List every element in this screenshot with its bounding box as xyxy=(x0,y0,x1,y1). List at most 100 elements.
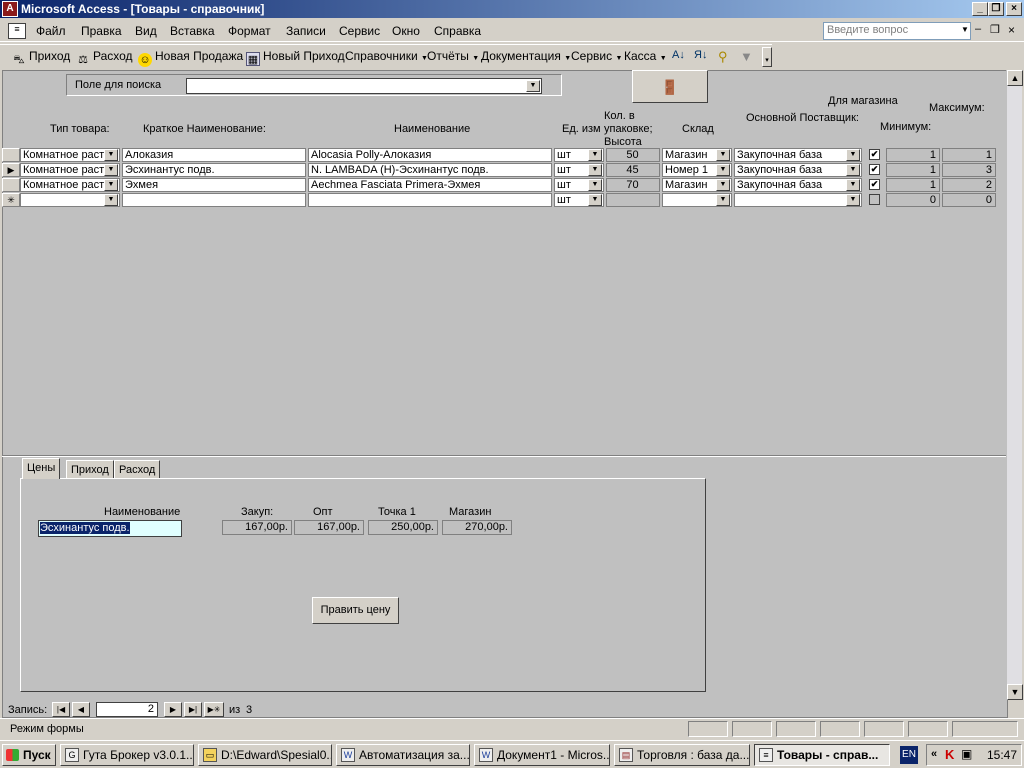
antivirus-icon[interactable]: K xyxy=(945,747,954,762)
task-guta[interactable]: G Гута Брокер v3.0.1... xyxy=(60,744,194,766)
start-button[interactable]: Пуск xyxy=(2,744,56,766)
menu-file[interactable]: Файл xyxy=(36,24,66,38)
supplier-dropdown-icon[interactable]: ▼ xyxy=(846,194,860,206)
min-field[interactable]: 1 xyxy=(886,178,940,192)
type-dropdown-icon[interactable]: ▼ xyxy=(104,194,118,206)
filter-icon[interactable]: ▼ xyxy=(740,49,753,64)
qty-field[interactable] xyxy=(606,193,660,207)
supplier-combobox[interactable]: Закупочная база xyxy=(734,148,862,162)
unit-dropdown-icon[interactable]: ▼ xyxy=(588,164,602,176)
short-name-field[interactable]: Эсхинантус подв. xyxy=(122,163,306,177)
short-name-field[interactable]: Эхмея xyxy=(122,178,306,192)
qty-field[interactable]: 50 xyxy=(606,148,660,162)
record-selector[interactable]: ✳ xyxy=(2,193,20,207)
for-store-checkbox[interactable]: ✔ xyxy=(869,164,880,175)
new-prihod-button[interactable]: ▦ Новый Приход xyxy=(246,49,345,66)
name-field[interactable]: Aechmea Fasciata Primera-Эхмея xyxy=(308,178,552,192)
form-icon[interactable]: ≡ xyxy=(8,23,26,39)
ask-question-input[interactable]: Введите вопрос xyxy=(823,22,971,40)
max-field[interactable]: 1 xyxy=(942,148,996,162)
unit-dropdown-icon[interactable]: ▼ xyxy=(588,194,602,206)
max-field[interactable]: 3 xyxy=(942,163,996,177)
edit-price-button[interactable]: Править цену xyxy=(312,597,399,624)
next-record-icon[interactable]: ▶ xyxy=(164,702,182,717)
menu-window[interactable]: Окно xyxy=(392,24,420,38)
warehouse-dropdown-icon[interactable]: ▼ xyxy=(716,164,730,176)
menu-edit[interactable]: Правка xyxy=(81,24,122,38)
type-dropdown-icon[interactable]: ▼ xyxy=(104,164,118,176)
supplier-dropdown-icon[interactable]: ▼ xyxy=(846,164,860,176)
menu-help[interactable]: Справка xyxy=(434,24,481,38)
mdi-restore-icon[interactable]: ❐ xyxy=(990,23,1000,36)
first-record-icon[interactable]: |◀ xyxy=(52,702,70,717)
for-store-checkbox[interactable]: ✔ xyxy=(869,149,880,160)
task-word-doc1[interactable]: W Документ1 - Micros... xyxy=(474,744,610,766)
restore-icon[interactable]: ❐ xyxy=(988,2,1004,16)
menu-format[interactable]: Формат xyxy=(228,24,271,38)
tray-expand-icon[interactable]: « xyxy=(931,748,937,760)
max-field[interactable]: 0 xyxy=(942,193,996,207)
qty-field[interactable]: 45 xyxy=(606,163,660,177)
warehouse-dropdown-icon[interactable]: ▼ xyxy=(716,194,730,206)
record-selector[interactable] xyxy=(2,148,20,162)
for-store-checkbox[interactable] xyxy=(869,194,880,205)
record-selector[interactable] xyxy=(2,178,20,192)
task-folder[interactable]: ▭ D:\Edward\Spesial0... xyxy=(198,744,332,766)
min-field[interactable]: 0 xyxy=(886,193,940,207)
tab-prihod[interactable]: Приход xyxy=(66,460,114,479)
prev-record-icon[interactable]: ◀ xyxy=(72,702,90,717)
supplier-combobox[interactable]: Закупочная база xyxy=(734,178,862,192)
max-field[interactable]: 2 xyxy=(942,178,996,192)
mdi-close-icon[interactable]: × xyxy=(1008,23,1015,37)
chevron-down-icon[interactable]: ▼ xyxy=(961,25,969,34)
new-record-icon[interactable]: ▶✳ xyxy=(204,702,224,717)
servis-menu[interactable]: Сервис ▼ xyxy=(571,49,622,63)
short-name-field[interactable] xyxy=(122,193,306,207)
tab-rashod[interactable]: Расход xyxy=(114,460,161,479)
task-tovary[interactable]: ≡ Товары - справ... xyxy=(754,744,890,766)
warehouse-dropdown-icon[interactable]: ▼ xyxy=(716,179,730,191)
supplier-combobox[interactable]: Закупочная база xyxy=(734,163,862,177)
sort-ascending-icon[interactable]: A↓ xyxy=(672,49,685,61)
scroll-up-icon[interactable]: ▲ xyxy=(1007,70,1023,86)
unit-dropdown-icon[interactable]: ▼ xyxy=(588,149,602,161)
prihod-button[interactable]: ⛍ Приход xyxy=(12,49,70,67)
name-field[interactable]: Alocasia Polly-Алоказия xyxy=(308,148,552,162)
filter-selection-icon[interactable]: ⚲ xyxy=(718,49,728,65)
menu-records[interactable]: Записи xyxy=(286,24,326,38)
otchety-menu[interactable]: Отчёты ▼ xyxy=(427,49,479,63)
minimize-icon[interactable]: _ xyxy=(972,2,988,16)
exit-door-button[interactable]: 🚪 xyxy=(632,70,708,103)
network-icon[interactable]: ▣ xyxy=(961,747,972,761)
scroll-down-icon[interactable]: ▼ xyxy=(1007,684,1023,700)
toolbar-options-icon[interactable]: ▾ xyxy=(762,47,772,67)
unit-dropdown-icon[interactable]: ▼ xyxy=(588,179,602,191)
min-field[interactable]: 1 xyxy=(886,163,940,177)
qty-field[interactable]: 70 xyxy=(606,178,660,192)
sort-descending-icon[interactable]: Я↓ xyxy=(694,49,707,61)
supplier-combobox[interactable] xyxy=(734,193,862,207)
task-word-automation[interactable]: W Автоматизация за... xyxy=(336,744,470,766)
supplier-dropdown-icon[interactable]: ▼ xyxy=(846,149,860,161)
for-store-checkbox[interactable]: ✔ xyxy=(869,179,880,190)
short-name-field[interactable]: Алоказия xyxy=(122,148,306,162)
mdi-minimize-icon[interactable]: – xyxy=(975,23,981,35)
type-dropdown-icon[interactable]: ▼ xyxy=(104,149,118,161)
rashod-button[interactable]: ⚖ Расход xyxy=(76,49,133,67)
close-icon[interactable]: × xyxy=(1006,2,1022,16)
search-combobox[interactable] xyxy=(186,78,542,94)
spravochniki-menu[interactable]: Справочники ▼ xyxy=(345,49,428,63)
record-number-input[interactable]: 2 xyxy=(96,702,158,717)
language-indicator[interactable]: EN xyxy=(900,746,918,764)
last-record-icon[interactable]: ▶| xyxy=(184,702,202,717)
kassa-menu[interactable]: Касса ▼ xyxy=(624,49,667,63)
name-field[interactable]: N. LAMBADA (H)-Эсхинантус подв. xyxy=(308,163,552,177)
supplier-dropdown-icon[interactable]: ▼ xyxy=(846,179,860,191)
new-sale-button[interactable]: ☺ Новая Продажа xyxy=(138,49,243,67)
warehouse-dropdown-icon[interactable]: ▼ xyxy=(716,149,730,161)
dokumentaciya-menu[interactable]: Документация ▼ xyxy=(481,49,571,63)
min-field[interactable]: 1 xyxy=(886,148,940,162)
type-dropdown-icon[interactable]: ▼ xyxy=(104,179,118,191)
task-access-db[interactable]: ▤ Торговля : база да... xyxy=(614,744,750,766)
search-dropdown-icon[interactable]: ▼ xyxy=(526,80,540,92)
